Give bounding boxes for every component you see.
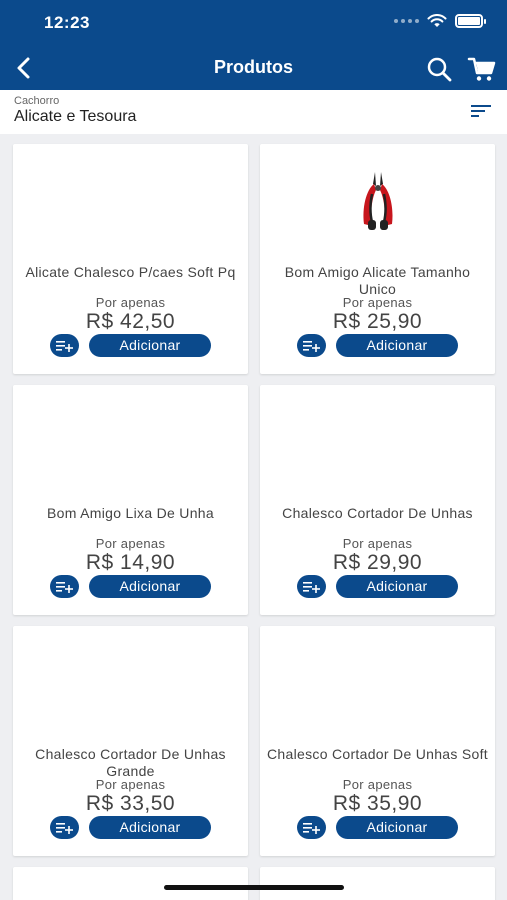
battery-icon [455,14,486,28]
product-card[interactable] [13,867,248,900]
breadcrumb-category[interactable]: Cachorro [14,95,59,107]
add-to-list-button[interactable] [50,816,79,839]
cart-icon[interactable] [467,55,497,83]
product-card[interactable]: Chalesco Cortador De Unhas Grande Por ap… [13,626,248,856]
navigation-bar: Produtos [0,45,507,90]
price-prefix: Por apenas [95,777,166,792]
product-card[interactable] [260,867,495,900]
status-time: 12:23 [44,13,90,32]
product-card[interactable]: Bom Amigo Alicate Tamanho Unico Por apen… [260,144,495,374]
wifi-icon [427,14,447,27]
playlist-add-icon [55,581,73,593]
product-name: Chalesco Cortador De Unhas Soft [267,746,488,762]
product-card[interactable]: Bom Amigo Lixa De Unha Por apenas R$ 14,… [13,385,248,615]
product-image [13,385,248,500]
product-name: Bom Amigo Lixa De Unha [47,505,214,521]
search-icon[interactable] [425,55,453,83]
product-price: R$ 29,90 [332,551,423,574]
price-prefix: Por apenas [95,536,166,551]
playlist-add-icon [302,581,320,593]
product-name: Alicate Chalesco P/caes Soft Pq [25,264,236,280]
product-price: R$ 35,90 [332,792,423,815]
playlist-add-icon [55,822,73,834]
home-indicator[interactable] [164,885,344,890]
product-image [260,385,495,500]
add-to-list-button[interactable] [297,334,326,357]
playlist-add-icon [55,340,73,352]
status-bar: 12:23 [0,0,507,45]
add-button[interactable]: Adicionar [336,334,458,357]
product-name: Bom Amigo Alicate Tamanho Unico [284,264,471,297]
add-to-list-button[interactable] [50,334,79,357]
add-button[interactable]: Adicionar [336,575,458,598]
status-icons [394,14,486,28]
nail-clipper-image [362,171,393,230]
add-button[interactable]: Adicionar [89,816,211,839]
add-to-list-button[interactable] [297,816,326,839]
add-to-list-button[interactable] [50,575,79,598]
product-image [13,144,248,259]
playlist-add-icon [302,822,320,834]
product-price: R$ 25,90 [332,310,423,333]
product-image [13,626,248,741]
breadcrumb-subcategory: Alicate e Tesoura [14,108,137,125]
product-image [260,626,495,741]
product-price: R$ 42,50 [85,310,176,333]
playlist-add-icon [302,340,320,352]
price-prefix: Por apenas [342,536,413,551]
sort-icon[interactable] [471,103,491,119]
product-card[interactable]: Alicate Chalesco P/caes Soft Pq Por apen… [13,144,248,374]
product-name: Chalesco Cortador De Unhas Grande [35,746,226,779]
price-prefix: Por apenas [342,295,413,310]
product-price: R$ 33,50 [85,792,176,815]
product-image [260,144,495,259]
price-prefix: Por apenas [95,295,166,310]
product-card[interactable]: Chalesco Cortador De Unhas Por apenas R$… [260,385,495,615]
product-price: R$ 14,90 [85,551,176,574]
add-button[interactable]: Adicionar [336,816,458,839]
add-to-list-button[interactable] [297,575,326,598]
product-name: Chalesco Cortador De Unhas [282,505,473,521]
product-card[interactable]: Chalesco Cortador De Unhas Soft Por apen… [260,626,495,856]
breadcrumb: Cachorro Alicate e Tesoura [0,90,507,134]
price-prefix: Por apenas [342,777,413,792]
signal-icon [394,19,419,23]
add-button[interactable]: Adicionar [89,334,211,357]
add-button[interactable]: Adicionar [89,575,211,598]
